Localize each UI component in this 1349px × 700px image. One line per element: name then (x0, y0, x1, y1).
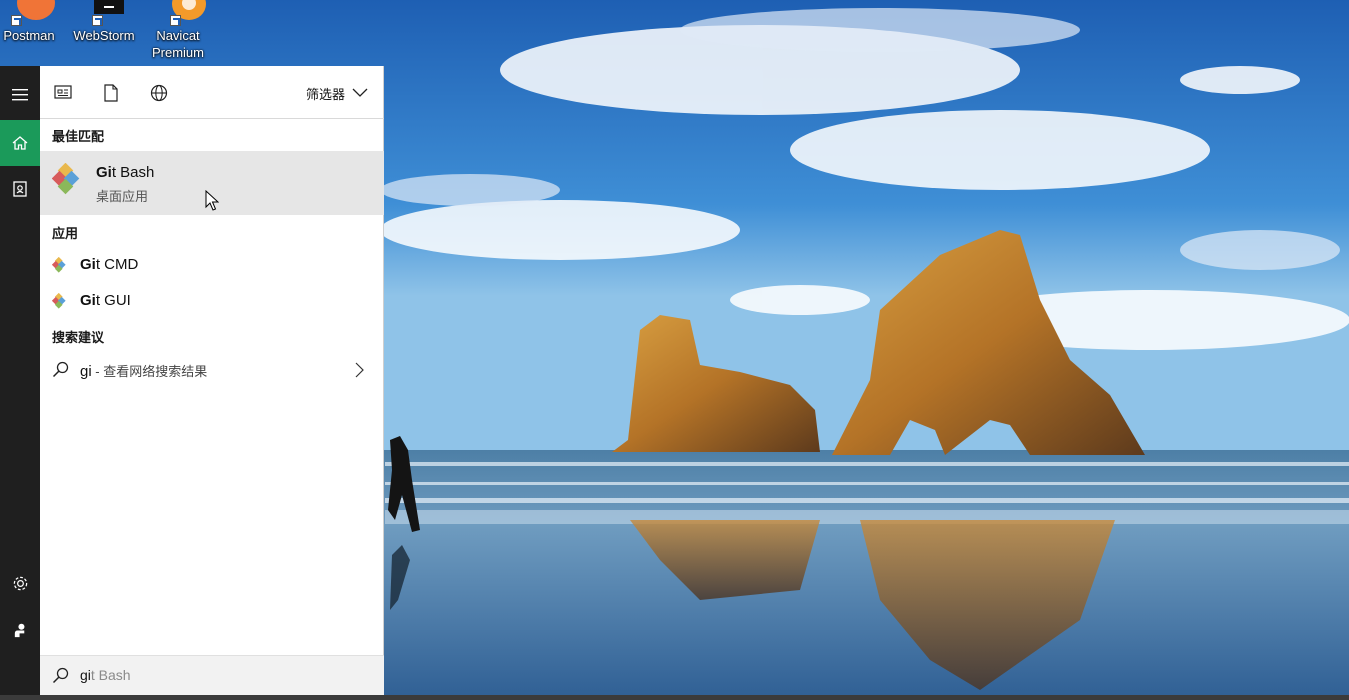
web-filter-icon[interactable] (150, 84, 170, 104)
search-autocomplete-ghost: t Bash (90, 667, 131, 683)
webstorm-icon (84, 0, 124, 26)
app-result-label: Git CMD (80, 256, 138, 273)
desktop-icon-label: WebStorm (73, 28, 135, 43)
suggestion-query: gi (80, 363, 92, 380)
desktop-icon-postman[interactable]: Postman (0, 0, 64, 44)
apps-heading: 应用 (52, 226, 79, 241)
match-highlight: Gi (80, 256, 96, 273)
match-highlight: Gi (80, 292, 96, 309)
search-filter-bar: 筛选器 (40, 66, 384, 119)
taskbar-edge (0, 695, 1349, 700)
best-match-heading: 最佳匹配 (52, 129, 105, 144)
filter-dropdown[interactable]: 筛选器 (306, 83, 368, 103)
desktop-icon-navicat[interactable]: Navicat Premium (143, 0, 213, 61)
mouse-cursor-icon (205, 189, 220, 217)
documents-filter-icon[interactable] (103, 84, 123, 104)
shortcut-arrow-icon (170, 15, 181, 26)
suggestion-text: gi - 查看网络搜索结果 (80, 361, 207, 380)
match-rest: t Bash (111, 164, 155, 181)
shortcut-arrow-icon (92, 15, 103, 26)
git-icon (51, 292, 68, 309)
feedback-icon[interactable] (0, 607, 40, 653)
search-results-panel: 筛选器 最佳匹配 Git Bash 桌面应用 应用 Git CMD Git GU… (40, 66, 384, 695)
search-input-text[interactable]: git Bash (80, 667, 131, 683)
desktop-icon-label: Postman (3, 28, 55, 43)
match-rest: t GUI (95, 292, 131, 309)
desktop-icon-webstorm[interactable]: WebStorm (69, 0, 139, 44)
notebook-icon[interactable] (0, 166, 40, 212)
filter-label: 筛选器 (306, 86, 346, 102)
search-suggestions-heading: 搜索建议 (52, 330, 105, 345)
hamburger-menu-icon[interactable] (0, 72, 40, 118)
desktop-icon-label: Navicat Premium (143, 27, 213, 61)
best-match-title: Git Bash (96, 164, 154, 181)
chevron-right-icon[interactable] (354, 362, 364, 383)
desktop-icon-label-line1: Navicat (156, 28, 200, 43)
match-highlight: Gi (96, 164, 112, 181)
suggestion-description: - 查看网络搜索结果 (91, 364, 208, 379)
git-icon (51, 256, 68, 273)
home-icon[interactable] (0, 120, 40, 166)
app-result-label: Git GUI (80, 292, 131, 309)
settings-icon[interactable] (0, 560, 40, 606)
desktop-icon-label-line2: Premium (151, 45, 204, 60)
navicat-icon (158, 0, 206, 26)
match-rest: t CMD (95, 256, 139, 273)
app-result-git-gui[interactable]: Git GUI (40, 284, 384, 318)
search-icon (52, 667, 69, 689)
chevron-down-icon (352, 86, 368, 101)
web-search-suggestion[interactable]: gi - 查看网络搜索结果 (40, 352, 384, 388)
search-typed-text: gi (80, 667, 91, 683)
apps-filter-icon[interactable] (54, 84, 74, 104)
taskbar-search-box[interactable]: git Bash (40, 655, 384, 695)
postman-icon (9, 0, 55, 26)
search-icon (52, 361, 69, 383)
app-result-git-cmd[interactable]: Git CMD (40, 248, 384, 282)
git-icon (51, 162, 84, 195)
best-match-subtitle: 桌面应用 (96, 189, 149, 204)
shortcut-arrow-icon (11, 15, 22, 26)
start-menu-rail (0, 66, 40, 695)
